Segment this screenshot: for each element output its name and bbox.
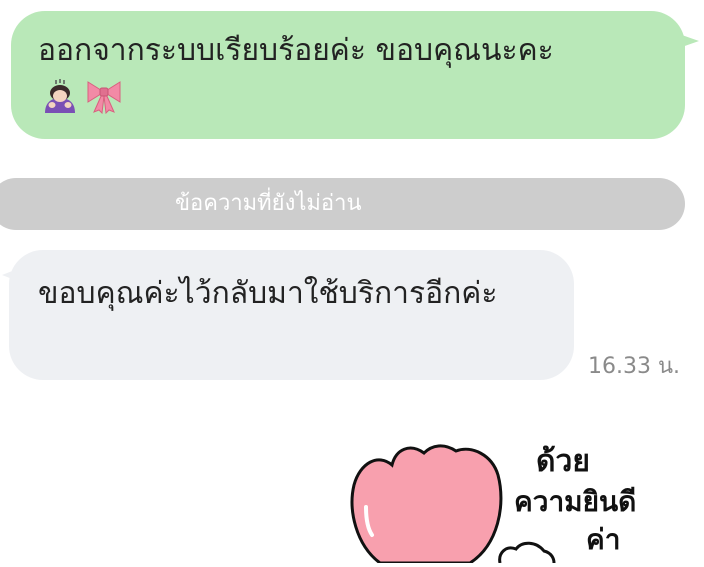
incoming-bubble-tail [2,268,20,282]
unread-divider-label: ข้อความที่ยังไม่อ่าน [175,191,362,216]
outgoing-emoji-row [42,78,124,118]
sticker-text-line-2: ความยินดี [514,485,636,518]
incoming-message-text: ขอบคุณค่ะไว้กลับมาใช้บริการอีกค่ะ [38,276,498,311]
sticker-text-line-1: ด้วย [536,444,590,479]
sticker-image[interactable]: ด้วย ความยินดี ค่า [340,415,704,565]
sticker-text-line-3: ค่า [586,523,620,556]
woman-bowing-emoji [42,78,78,118]
sticker-pink-heart [350,444,503,565]
message-timestamp: 16.33 น. [588,354,681,379]
sticker-white-heart [498,541,556,564]
outgoing-message-text: ออกจากระบบเรียบร้อยค่ะ ขอบคุณนะคะ [38,33,554,68]
outgoing-bubble-tail [679,34,699,48]
ribbon-emoji [84,78,124,118]
